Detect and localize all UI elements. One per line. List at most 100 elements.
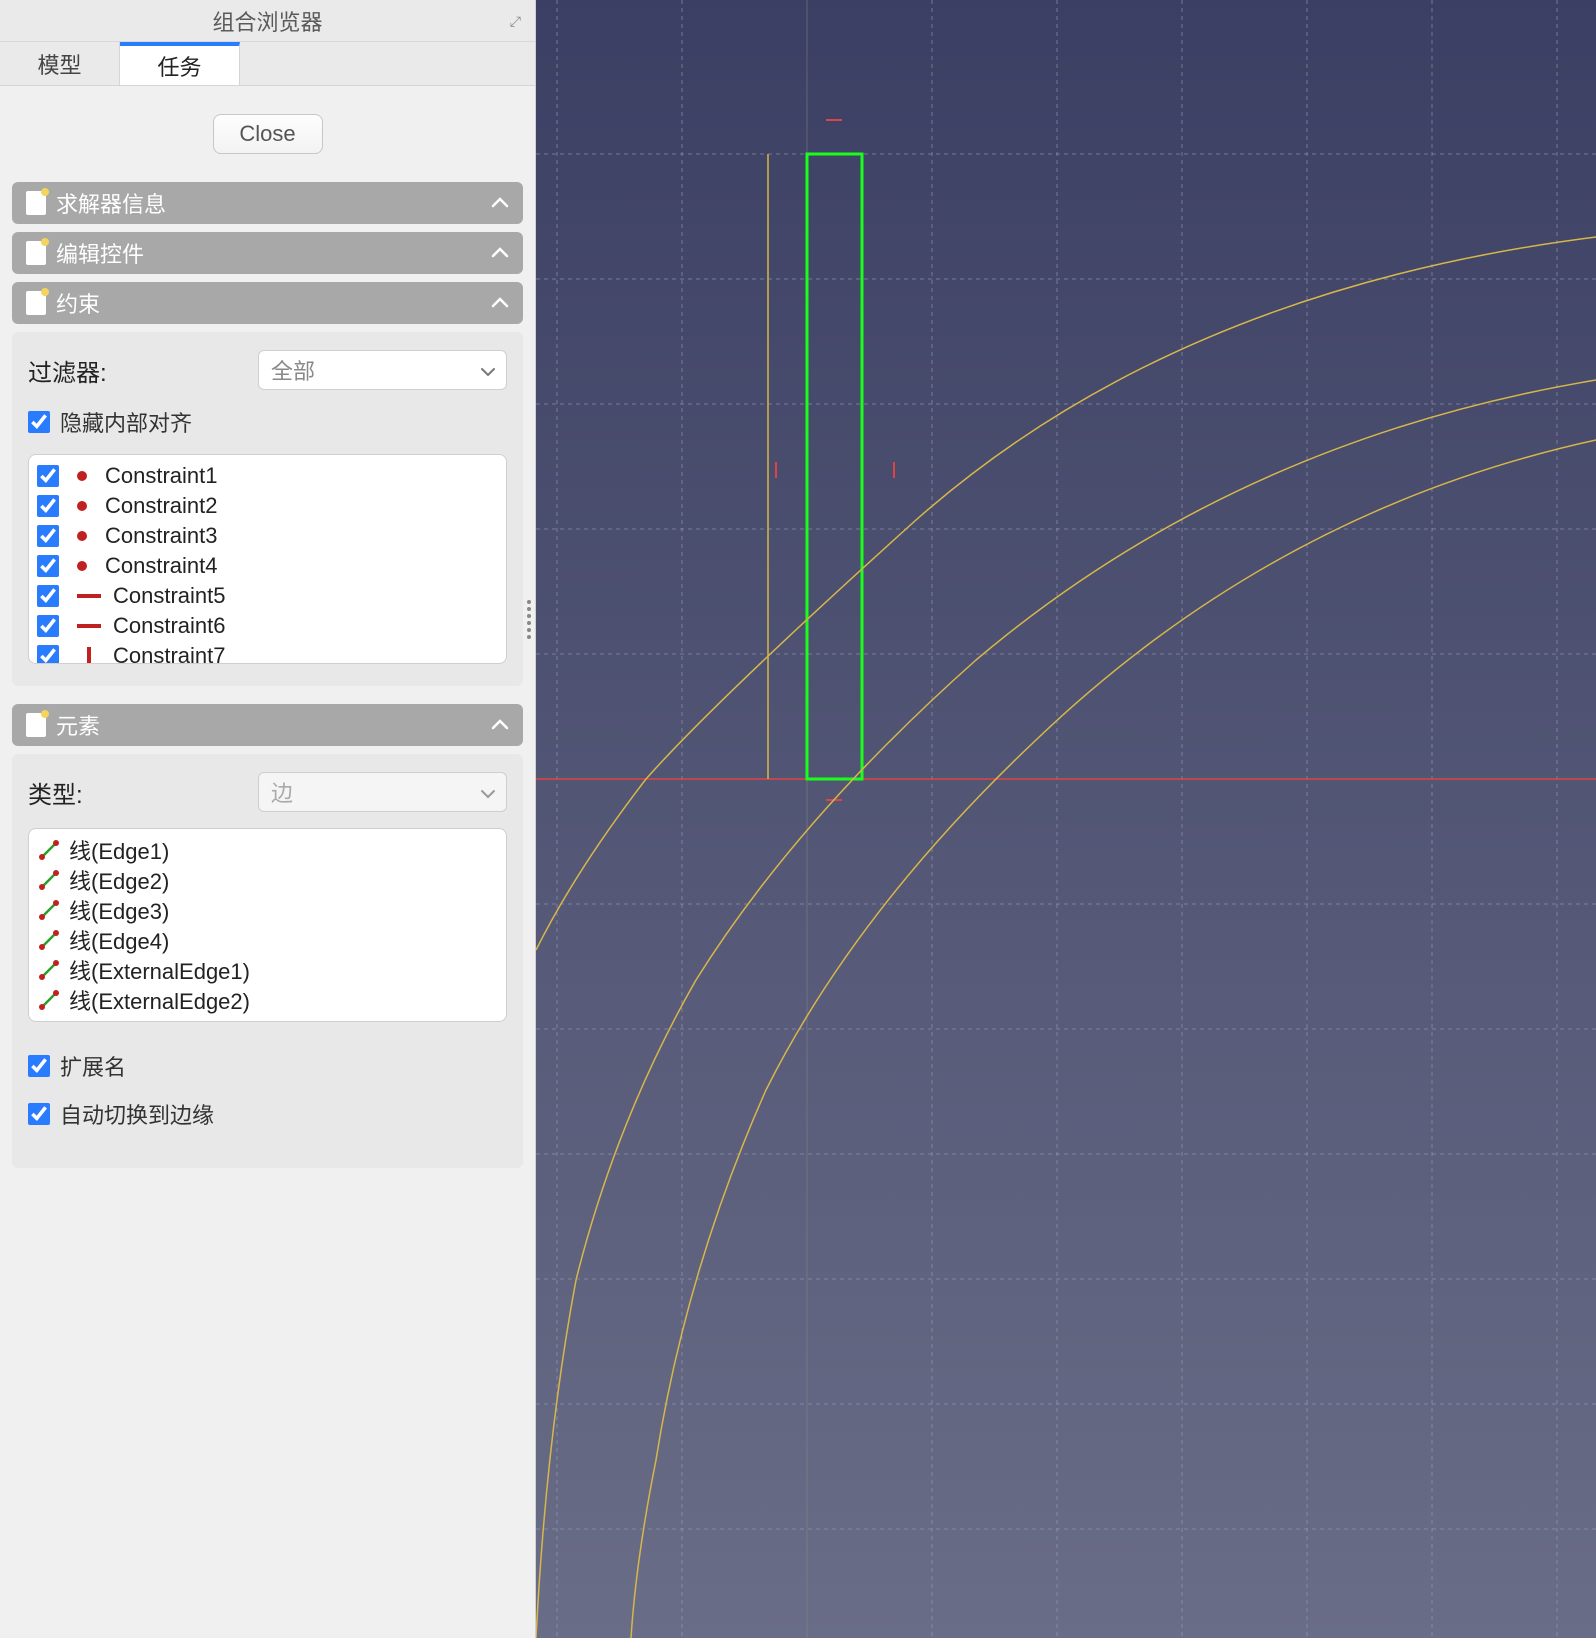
splitter-handle[interactable]: [527, 600, 535, 639]
grid: [536, 0, 1596, 1638]
combo-view-panel: 组合浏览器 ⤢ 模型 任务 Close 求解器信息 编辑控件 约束: [0, 0, 536, 1638]
type-value: 边: [271, 776, 293, 808]
element-item[interactable]: 线(ExternalEdge1): [39, 955, 496, 985]
hide-internal-label: 隐藏内部对齐: [60, 406, 192, 438]
constraint-checkbox[interactable]: [37, 585, 59, 607]
section-header-controls[interactable]: 编辑控件: [12, 232, 523, 274]
filter-value: 全部: [271, 354, 315, 386]
sketch-rectangle: [807, 154, 862, 779]
element-item[interactable]: 线(ExternalEdge2): [39, 985, 496, 1015]
constraint-item[interactable]: Constraint5: [37, 581, 498, 611]
auto-switch-label: 自动切换到边缘: [60, 1098, 214, 1130]
section-header-solver[interactable]: 求解器信息: [12, 182, 523, 224]
horizontal-constraint-icon: [77, 624, 101, 628]
constraints-body: 过滤器: 全部 隐藏内部对齐 Constraint1Constraint2Con…: [12, 332, 523, 686]
edge-line-icon: [39, 930, 59, 950]
constraint-item[interactable]: Constraint7: [37, 641, 498, 664]
chevron-down-icon: [480, 357, 496, 383]
section-title-solver: 求解器信息: [56, 187, 166, 219]
external-curve-3: [631, 440, 1596, 1638]
section-header-constraints[interactable]: 约束: [12, 282, 523, 324]
constraint-label: Constraint7: [113, 643, 226, 664]
hide-internal-check-row: 隐藏内部对齐: [28, 406, 507, 438]
point-constraint-icon: [77, 501, 87, 511]
document-icon: [26, 241, 46, 265]
tab-model[interactable]: 模型: [0, 42, 120, 85]
tab-task-label: 任务: [157, 50, 201, 82]
vertical-constraint-icon: [87, 647, 91, 664]
constraint-label: Constraint1: [105, 463, 218, 489]
ext-name-row: 扩展名: [28, 1050, 507, 1082]
chevron-up-icon: [491, 247, 509, 259]
element-item[interactable]: 线(Edge3): [39, 895, 496, 925]
constraint-label: Constraint2: [105, 493, 218, 519]
point-constraint-icon: [77, 471, 87, 481]
constraint-label: Constraint6: [113, 613, 226, 639]
constraint-item[interactable]: Constraint4: [37, 551, 498, 581]
constraint-checkbox[interactable]: [37, 495, 59, 517]
constraint-checkbox[interactable]: [37, 465, 59, 487]
expand-collapse-icon[interactable]: ⤢: [510, 14, 521, 28]
auto-switch-checkbox[interactable]: [28, 1103, 50, 1125]
edge-line-icon: [39, 960, 59, 980]
filter-label: 过滤器:: [28, 353, 258, 388]
ext-name-checkbox[interactable]: [28, 1055, 50, 1077]
document-icon: [26, 713, 46, 737]
type-label: 类型:: [28, 775, 258, 810]
close-button[interactable]: Close: [213, 114, 323, 154]
external-curve-2: [536, 380, 1596, 1638]
close-row: Close: [0, 86, 535, 182]
horizontal-constraint-icon: [77, 594, 101, 598]
element-label: 线(Edge4): [69, 924, 169, 956]
edge-line-icon: [39, 990, 59, 1010]
constraint-checkbox[interactable]: [37, 525, 59, 547]
constraint-item[interactable]: Constraint3: [37, 521, 498, 551]
element-label: 线(Edge2): [69, 864, 169, 896]
element-label: 线(ExternalEdge1): [69, 954, 250, 986]
constraint-checkbox[interactable]: [37, 645, 59, 664]
point-constraint-icon: [77, 531, 87, 541]
chevron-down-icon: [480, 779, 496, 805]
constraint-label: Constraint4: [105, 553, 218, 579]
tabs: 模型 任务: [0, 42, 535, 86]
document-icon: [26, 291, 46, 315]
element-item[interactable]: 线(Edge1): [39, 835, 496, 865]
elements-body: 类型: 边 线(Edge1)线(Edge2)线(Edge3)线(Edge4)线(…: [12, 754, 523, 1168]
constraint-checkbox[interactable]: [37, 615, 59, 637]
chevron-up-icon: [491, 719, 509, 731]
auto-switch-row: 自动切换到边缘: [28, 1098, 507, 1130]
element-label: 线(Edge1): [69, 834, 169, 866]
3d-viewport[interactable]: [536, 0, 1596, 1638]
constraint-item[interactable]: Constraint2: [37, 491, 498, 521]
constraint-item[interactable]: Constraint6: [37, 611, 498, 641]
filter-select[interactable]: 全部: [258, 350, 507, 390]
edge-line-icon: [39, 840, 59, 860]
element-label: 线(Edge3): [69, 894, 169, 926]
section-title-controls: 编辑控件: [56, 237, 144, 269]
element-label: 线(ExternalEdge2): [69, 984, 250, 1016]
section-title-elements: 元素: [56, 709, 100, 741]
constraint-label: Constraint3: [105, 523, 218, 549]
element-item[interactable]: 线(Edge2): [39, 865, 496, 895]
chevron-up-icon: [491, 297, 509, 309]
constraint-checkbox[interactable]: [37, 555, 59, 577]
panel-title-bar: 组合浏览器 ⤢: [0, 0, 535, 42]
section-title-constraints: 约束: [56, 287, 100, 319]
hide-internal-checkbox[interactable]: [28, 411, 50, 433]
constraint-label: Constraint5: [113, 583, 226, 609]
ext-name-label: 扩展名: [60, 1050, 126, 1082]
edge-line-icon: [39, 870, 59, 890]
tab-task[interactable]: 任务: [120, 42, 240, 85]
section-header-elements[interactable]: 元素: [12, 704, 523, 746]
elements-list[interactable]: 线(Edge1)线(Edge2)线(Edge3)线(Edge4)线(Extern…: [28, 828, 507, 1022]
panel-title: 组合浏览器: [212, 5, 322, 37]
constraints-list[interactable]: Constraint1 Constraint2 Constraint3 Constra…: [28, 454, 507, 664]
tab-model-label: 模型: [37, 48, 81, 80]
constraint-item[interactable]: Constraint1: [37, 461, 498, 491]
external-curve-1: [536, 237, 1596, 950]
type-select[interactable]: 边: [258, 772, 507, 812]
document-icon: [26, 191, 46, 215]
element-item[interactable]: 线(Edge4): [39, 925, 496, 955]
edge-line-icon: [39, 900, 59, 920]
point-constraint-icon: [77, 561, 87, 571]
